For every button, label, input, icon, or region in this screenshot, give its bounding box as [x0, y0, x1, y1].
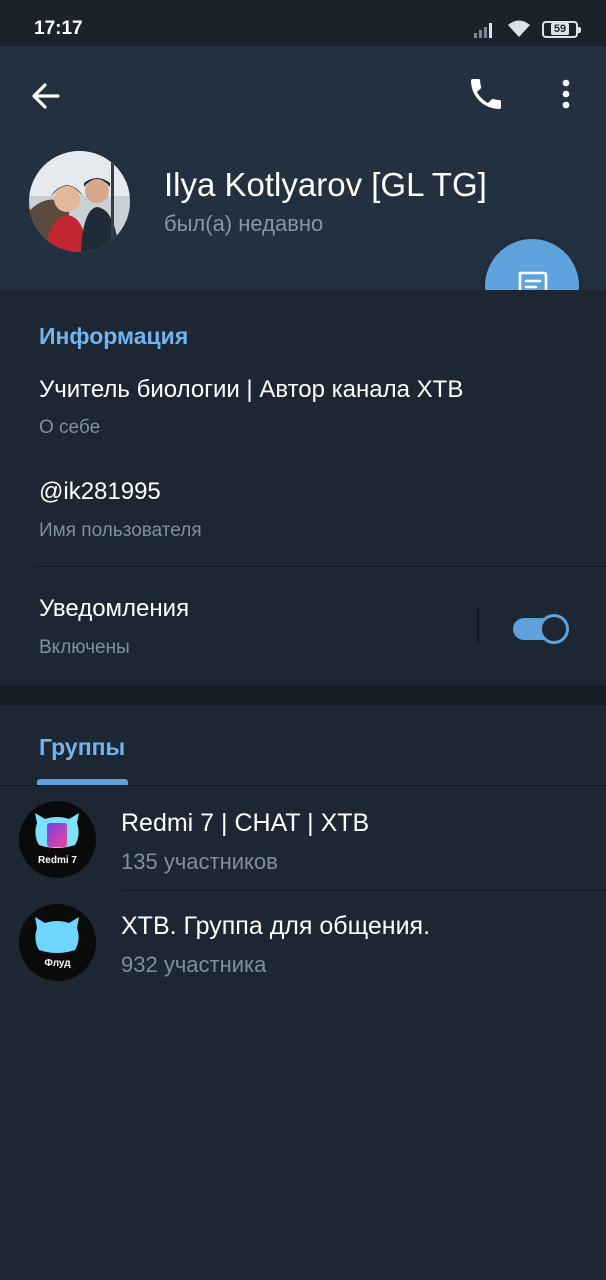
group-avatar-label: Флуд — [44, 958, 71, 969]
battery-level: 59 — [550, 23, 570, 35]
tab-divider — [0, 785, 606, 786]
notifications-toggle[interactable] — [513, 611, 572, 644]
arrow-left-icon — [32, 83, 60, 109]
profile-status: был(а) недавно — [164, 211, 324, 236]
group-avatar: Redmi 7 — [19, 801, 96, 878]
group-name: Redmi 7 | CHAT | XTB — [121, 809, 370, 837]
username-label: Имя пользователя — [39, 520, 202, 541]
notifications-value: Уведомления — [39, 595, 190, 622]
profile-avatar[interactable] — [29, 151, 130, 252]
toggle-knob — [539, 614, 569, 644]
bio-label: О себе — [39, 417, 101, 438]
phone-icon — [471, 79, 501, 109]
status-icons: 59 — [472, 16, 581, 42]
profile-name: Ilya Kotlyarov [GL TG] — [164, 166, 487, 203]
back-button[interactable] — [26, 76, 66, 116]
mi-bunny-icon — [35, 917, 79, 953]
avatar-photo — [29, 151, 130, 252]
groups-section: Группы Redmi 7 Redmi 7 | CHAT | XTB 135 … — [0, 705, 606, 1280]
status-bar: 17:17 59 — [0, 0, 606, 46]
info-section: Информация Учитель биологии | Автор кана… — [0, 290, 606, 685]
bio-value: Учитель биологии | Автор канала XTB — [39, 376, 464, 403]
group-avatar-label: Redmi 7 — [38, 855, 77, 866]
more-vertical-icon — [562, 79, 570, 109]
more-options-button[interactable] — [552, 74, 580, 114]
mi-bunny-icon — [35, 813, 79, 848]
section-gap — [0, 685, 606, 705]
group-item[interactable]: Флуд XTB. Группа для общения. 932 участн… — [0, 890, 606, 992]
notifications-label: Включены — [39, 637, 130, 658]
group-members-count: 932 участника — [121, 952, 267, 977]
status-time: 17:17 — [34, 18, 83, 39]
signal-icon — [474, 23, 492, 38]
battery-icon: 59 — [542, 20, 581, 38]
divider — [34, 566, 606, 567]
group-members-count: 135 участников — [121, 849, 278, 874]
group-avatar: Флуд — [19, 904, 96, 981]
call-button[interactable] — [466, 74, 506, 114]
toggle-separator — [477, 607, 479, 643]
tab-groups[interactable]: Группы — [39, 734, 125, 761]
wifi-icon — [508, 20, 530, 37]
group-name: XTB. Группа для общения. — [121, 912, 431, 940]
group-item[interactable]: Redmi 7 Redmi 7 | CHAT | XTB 135 участни… — [0, 787, 606, 889]
info-section-title: Информация — [39, 323, 189, 349]
username-value: @ik281995 — [39, 478, 161, 505]
